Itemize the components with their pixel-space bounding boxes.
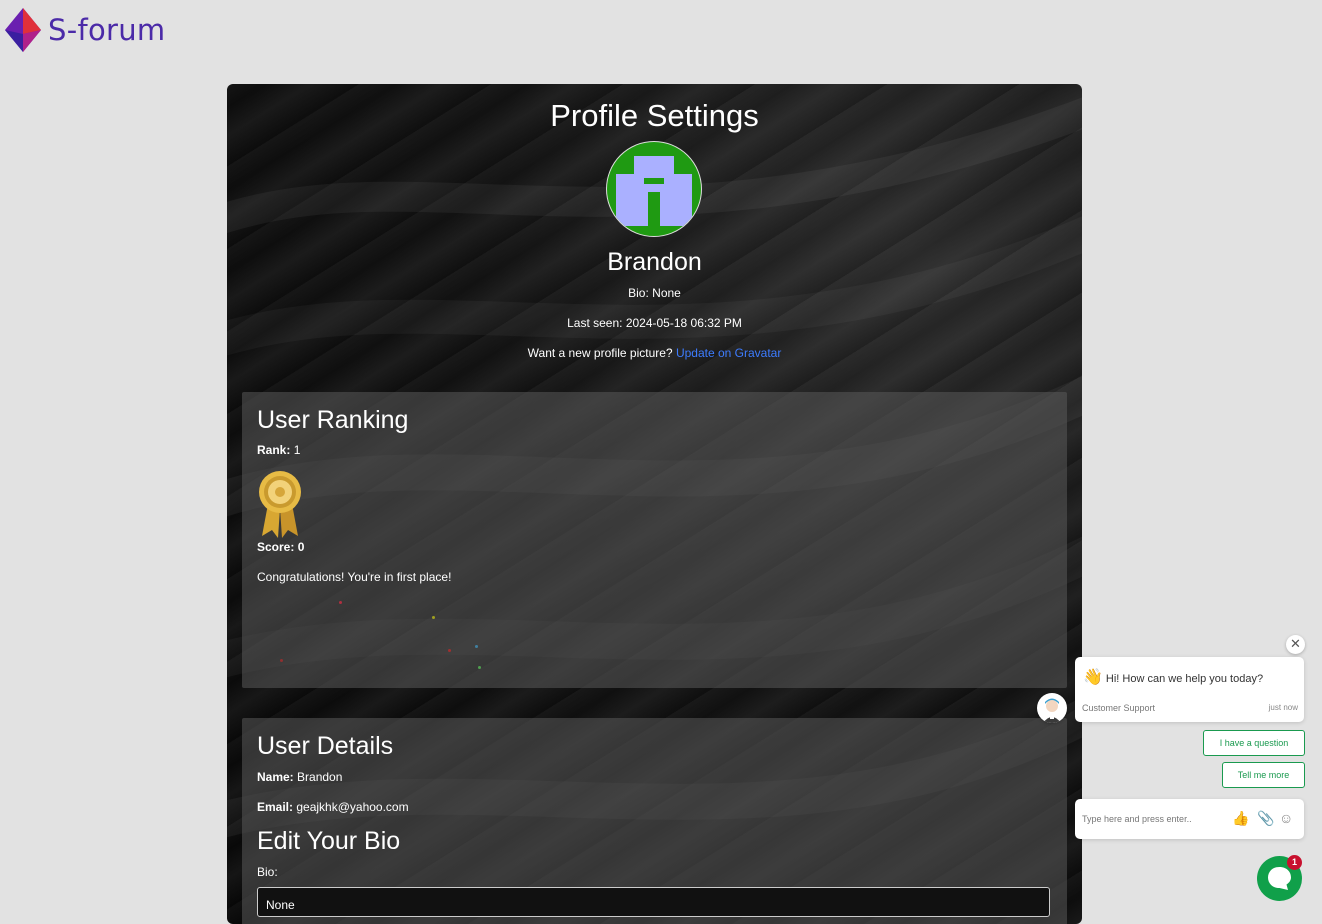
agent-avatar (1037, 693, 1067, 723)
profile-username: Brandon (607, 248, 702, 276)
bio-field-label: Bio: (257, 865, 278, 879)
edit-bio-heading: Edit Your Bio (257, 827, 401, 855)
email-value: geajkhk@yahoo.com (296, 800, 409, 814)
logo-diamond-icon (5, 8, 41, 52)
chat-agent-name: Customer Support (1082, 703, 1156, 713)
score-line: Score: 0 (257, 540, 304, 554)
score-label: Score: (257, 540, 295, 554)
gravatar-link[interactable]: Update on Gravatar (676, 346, 781, 360)
confetti (475, 645, 478, 648)
confetti (478, 666, 481, 669)
quick-reply-question[interactable]: I have a question (1203, 730, 1305, 756)
chat-greeting-line: 👋 Hi! How can we help you today? (1083, 667, 1263, 687)
name-label: Name: (257, 770, 294, 784)
bio-value: None (652, 286, 681, 300)
chat-timestamp: just now (1268, 703, 1298, 712)
details-card: User Details Name: Brandon Email: geajkh… (242, 718, 1067, 924)
chat-greeting: Hi! How can we help you today? (1105, 673, 1264, 685)
chat-message-bubble: 👋 Hi! How can we help you today? Customer… (1075, 657, 1304, 722)
chat-input-placeholder: Type here and press enter.. (1082, 814, 1192, 824)
confetti (432, 616, 435, 619)
page-title: Profile Settings (550, 98, 759, 133)
rank-label: Rank: (257, 443, 291, 457)
email-label: Email: (257, 800, 294, 814)
details-heading: User Details (257, 732, 394, 760)
confetti (280, 659, 283, 662)
gold-medal-icon (259, 471, 301, 538)
ranking-message: Congratulations! You're in first place! (257, 570, 452, 584)
quick-reply-tell-more[interactable]: Tell me more (1222, 762, 1305, 788)
profile-panel: Profile Settings Brandon Bio: None Last … (227, 84, 1082, 924)
chat-input-box[interactable]: Type here and press enter.. 👍 📎 ☺ (1075, 799, 1304, 839)
rank-value: 1 (293, 443, 301, 457)
last-seen-line: Last seen: 2024-05-18 06:32 PM (227, 316, 1082, 330)
name-line: Name: Brandon (257, 770, 342, 784)
site-logo[interactable]: S-forum (4, 8, 165, 52)
score-value: 0 (297, 540, 305, 554)
gravatar-line: Want a new profile picture? Update on Gr… (227, 346, 1082, 360)
bio-textarea[interactable]: None (257, 887, 1050, 917)
rank-line: Rank: 1 (257, 443, 300, 457)
thumbs-up-icon[interactable]: 👍 (1232, 810, 1249, 827)
confetti (339, 601, 342, 604)
bio-label: Bio: (628, 286, 649, 300)
last-seen-label: Last seen: (567, 316, 623, 330)
name-value: Brandon (297, 770, 343, 784)
avatar (606, 141, 702, 237)
last-seen-value: 2024-05-18 06:32 PM (625, 316, 742, 330)
brand-name: S-forum (48, 13, 166, 47)
bio-line: Bio: None (227, 286, 1082, 300)
ranking-card: User Ranking Rank: 1 Score: 0 Congratula… (242, 392, 1067, 688)
ranking-heading: User Ranking (257, 406, 409, 434)
waving-hand-icon: 👋 (1083, 669, 1103, 686)
chat-close-button[interactable]: ✕ (1286, 635, 1305, 654)
email-line: Email: geajkhk@yahoo.com (257, 800, 409, 814)
confetti (448, 649, 451, 652)
unread-badge: 1 (1287, 855, 1302, 870)
picture-prompt: Want a new profile picture? (527, 346, 673, 360)
emoji-icon[interactable]: ☺ (1279, 810, 1293, 826)
paperclip-icon[interactable]: 📎 (1257, 810, 1274, 827)
